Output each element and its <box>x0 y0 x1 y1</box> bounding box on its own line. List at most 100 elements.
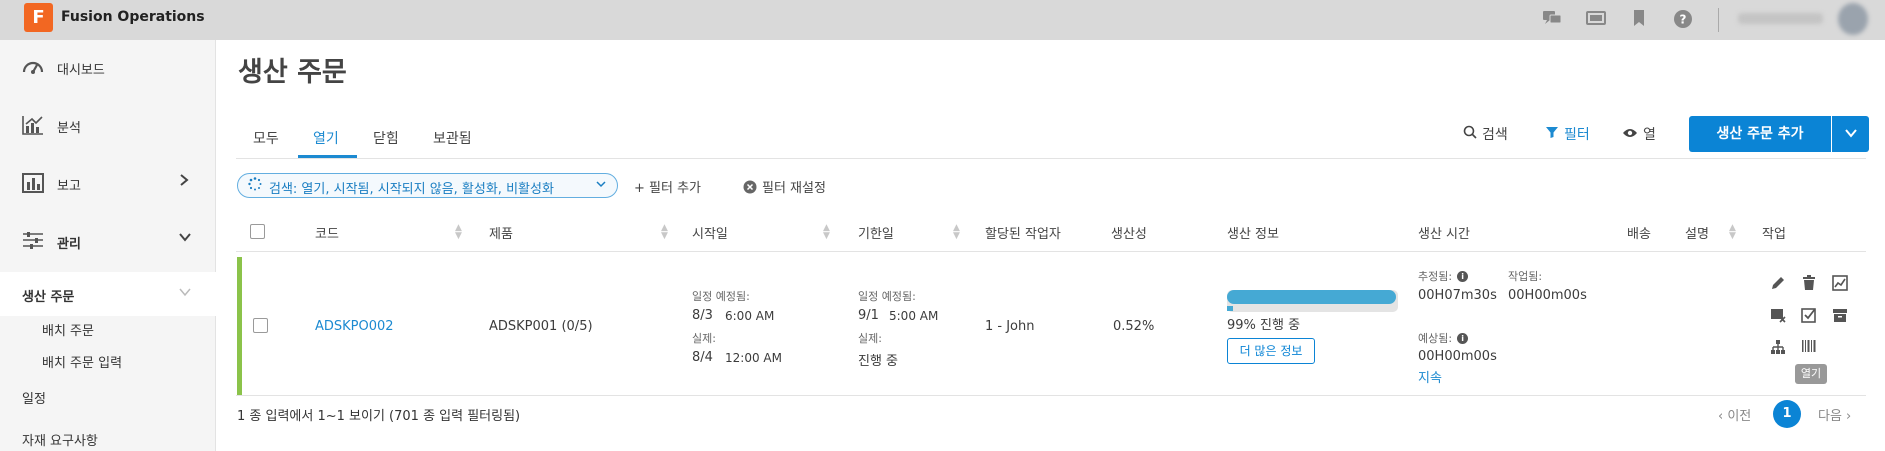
analytics-icon <box>22 115 44 135</box>
search-button[interactable]: 검색 <box>1463 124 1508 144</box>
sidebar-item-label: 보고 <box>57 179 81 194</box>
chevron-down-icon <box>596 177 606 191</box>
due-scheduled-label: 일정 예정됨: <box>858 290 916 303</box>
column-header-production-info[interactable]: 생산 정보 <box>1227 223 1279 242</box>
chat-icon[interactable] <box>1542 9 1562 29</box>
app-logo[interactable]: F <box>24 3 53 32</box>
svg-text:?: ? <box>1680 13 1687 27</box>
sidebar-item-material-requirements[interactable]: 자재 요구사항 <box>22 430 98 449</box>
columns-label: 열 <box>1643 127 1656 143</box>
info-icon[interactable]: i <box>1457 333 1469 344</box>
prev-page-button[interactable]: ‹ 이전 <box>1718 405 1751 424</box>
sort-icon[interactable]: ▲ ▼ <box>661 224 668 241</box>
expected-time: 00H00m00s <box>1418 349 1497 364</box>
help-icon[interactable]: ? <box>1673 9 1693 29</box>
avatar[interactable] <box>1838 3 1868 35</box>
sidebar-subitem-batch-order-entry[interactable]: 배치 주문 입력 <box>42 352 122 371</box>
next-page-button[interactable]: 다음 › <box>1818 405 1851 424</box>
row-checkbox[interactable] <box>253 318 268 333</box>
sidebar: 대시보드 분석 보고 관리 생산 주문 배치 주문 배치 주문 입력 일정 자재… <box>0 40 216 451</box>
bookmark-icon[interactable] <box>1629 9 1649 29</box>
column-header-product[interactable]: 제품 <box>489 223 513 242</box>
sidebar-item-label: 대시보드 <box>57 63 105 78</box>
sort-icon[interactable]: ▲ ▼ <box>823 224 830 241</box>
chevron-down-icon <box>1844 126 1858 142</box>
checklist-icon[interactable] <box>1800 307 1818 325</box>
delete-icon[interactable] <box>1800 275 1818 293</box>
start-scheduled-date: 8/3 <box>692 308 713 323</box>
worked-time: 00H00m00s <box>1508 288 1587 303</box>
chart-icon[interactable] <box>1831 275 1849 293</box>
column-header-due-date[interactable]: 기한일 <box>858 223 894 242</box>
archive-icon[interactable] <box>1831 307 1849 325</box>
sidebar-item-schedule[interactable]: 일정 <box>22 388 46 407</box>
expected-label-text: 예상됨: <box>1418 332 1453 345</box>
active-filter-pill[interactable]: 검색: 열기, 시작됨, 시작되지 않음, 활성화, 비활성화 <box>237 173 618 198</box>
hierarchy-icon[interactable] <box>1769 339 1787 357</box>
progress-fill <box>1227 290 1397 304</box>
productivity-cell: 0.52% <box>1113 319 1155 334</box>
chevron-down-icon <box>178 231 192 247</box>
clear-circle-icon <box>743 180 757 196</box>
reset-filter-button[interactable]: 필터 재설정 <box>743 177 826 196</box>
columns-button[interactable]: 열 <box>1622 124 1656 144</box>
active-filter-text: 검색: 열기, 시작됨, 시작되지 않음, 활성화, 비활성화 <box>269 182 554 197</box>
select-all-checkbox[interactable] <box>250 224 265 239</box>
sidebar-item-label: 분석 <box>57 121 81 136</box>
sidebar-item-dashboard[interactable]: 대시보드 <box>0 53 216 83</box>
sort-icon[interactable]: ▲ ▼ <box>1729 224 1736 241</box>
continue-link[interactable]: 지속 <box>1418 367 1442 386</box>
sort-icon[interactable]: ▲ ▼ <box>455 224 462 241</box>
eye-icon <box>1622 127 1638 143</box>
topbar-divider <box>1718 8 1719 32</box>
order-code-link[interactable]: ADSKPO002 <box>315 319 394 334</box>
header-divider <box>236 251 1866 252</box>
user-name[interactable] <box>1738 13 1823 24</box>
top-bar: F Fusion Operations ? <box>0 0 1885 40</box>
tab-all[interactable]: 모두 <box>253 128 279 148</box>
sidebar-item-analytics[interactable]: 분석 <box>0 111 216 141</box>
sliders-icon <box>22 231 44 251</box>
cancel-task-icon[interactable] <box>1769 307 1787 325</box>
page-title: 생산 주문 <box>238 57 347 88</box>
column-header-assignee[interactable]: 할당된 작업자 <box>985 223 1061 242</box>
search-icon <box>1463 125 1477 143</box>
add-filter-button[interactable]: + 필터 추가 <box>634 177 701 196</box>
tab-closed[interactable]: 닫힘 <box>373 128 399 148</box>
app-title: Fusion Operations <box>61 9 205 25</box>
sidebar-item-manage[interactable]: 관리 <box>0 227 216 257</box>
barcode-icon[interactable] <box>1800 339 1818 357</box>
edit-icon[interactable] <box>1769 275 1787 293</box>
sort-icon[interactable]: ▲ ▼ <box>953 224 960 241</box>
info-icon[interactable]: i <box>1457 271 1469 282</box>
sidebar-item-reports[interactable]: 보고 <box>0 169 216 199</box>
sidebar-item-label: 생산 주문 <box>22 290 75 305</box>
start-scheduled-label: 일정 예정됨: <box>692 290 750 303</box>
more-info-button[interactable]: 더 많은 정보 <box>1227 338 1315 364</box>
sidebar-subitem-batch-orders[interactable]: 배치 주문 <box>42 320 94 339</box>
report-icon <box>22 173 44 193</box>
start-actual-time: 12:00 AM <box>725 351 782 365</box>
tab-open[interactable]: 열기 <box>313 128 339 148</box>
sidebar-item-production-orders[interactable]: 생산 주문 <box>0 272 216 316</box>
tab-archived[interactable]: 보관됨 <box>433 128 472 148</box>
column-header-description[interactable]: 설명 <box>1685 223 1709 242</box>
progress-fill-secondary <box>1227 306 1233 311</box>
column-header-code[interactable]: 코드 <box>315 223 339 242</box>
column-header-productivity[interactable]: 생산성 <box>1111 223 1147 242</box>
worked-label: 작업됨: <box>1508 270 1543 283</box>
current-page-button[interactable]: 1 <box>1773 400 1801 428</box>
assignee-cell: 1 - John <box>985 319 1035 334</box>
search-label: 검색 <box>1482 127 1508 143</box>
column-header-production-time[interactable]: 생산 시간 <box>1418 223 1470 242</box>
column-header-shipping[interactable]: 배송 <box>1627 223 1651 242</box>
column-header-start-date[interactable]: 시작일 <box>692 223 728 242</box>
filter-button[interactable]: 필터 <box>1545 124 1590 144</box>
row-status-indicator <box>237 257 242 395</box>
gauge-icon <box>22 57 44 77</box>
add-dropdown-button[interactable] <box>1832 116 1869 152</box>
screen-icon[interactable] <box>1586 9 1606 29</box>
product-cell: ADSKP001 (0/5) <box>489 319 593 334</box>
add-production-order-button[interactable]: 생산 주문 추가 <box>1689 116 1831 152</box>
start-actual-label: 실제: <box>692 332 716 345</box>
